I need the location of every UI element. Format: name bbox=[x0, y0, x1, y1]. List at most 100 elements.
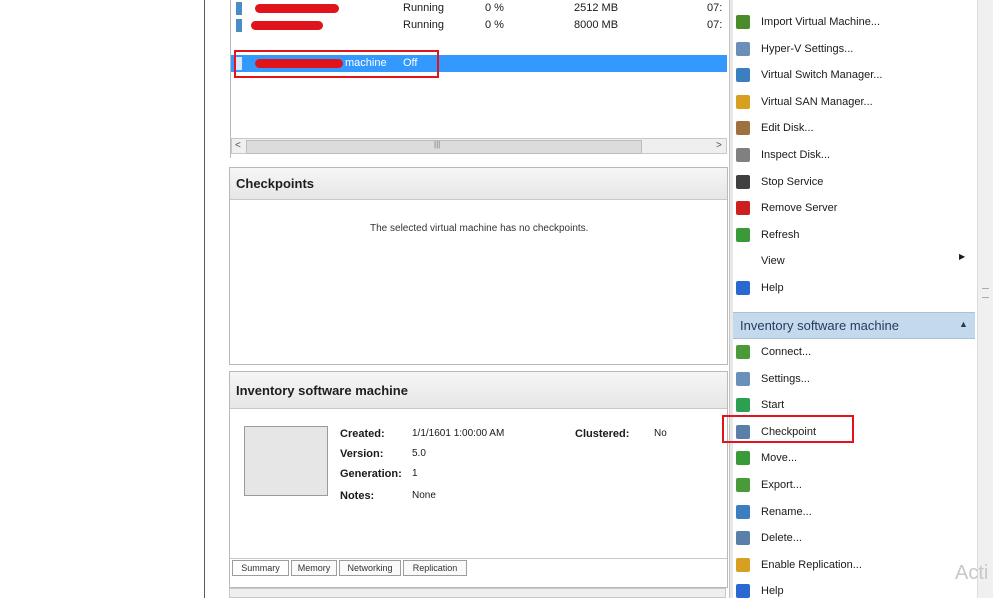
action-label: Edit Disk... bbox=[761, 122, 814, 135]
checkpoint-action-highlight bbox=[722, 415, 854, 443]
help-icon bbox=[736, 584, 750, 599]
action-label: Help bbox=[761, 585, 784, 598]
action-settings[interactable]: Settings... bbox=[736, 366, 970, 392]
action-virtual-switch-manager[interactable]: Virtual Switch Manager... bbox=[736, 62, 970, 88]
notes-value: None bbox=[412, 490, 436, 501]
stop-icon bbox=[736, 174, 750, 189]
action-label: Start bbox=[761, 399, 785, 412]
action-label: Stop Service bbox=[761, 175, 824, 188]
scroll-grip bbox=[982, 288, 989, 298]
collapse-arrow-icon[interactable]: ▲ bbox=[959, 319, 968, 329]
clustered-value: No bbox=[654, 428, 667, 439]
vm-actions-section-header[interactable]: Inventory software machine ▲ bbox=[733, 312, 975, 339]
action-view[interactable]: View bbox=[736, 248, 970, 274]
action-label: Settings... bbox=[761, 372, 810, 385]
tab-replication[interactable]: Replication bbox=[403, 560, 467, 576]
action-help[interactable]: Help bbox=[736, 578, 970, 604]
action-label: Enable Replication... bbox=[761, 558, 862, 571]
vm-thumbnail bbox=[244, 426, 328, 496]
action-label: Rename... bbox=[761, 505, 812, 518]
vm-actions-section-title: Inventory software machine bbox=[740, 318, 899, 333]
action-export[interactable]: Export... bbox=[736, 472, 970, 498]
settings-icon bbox=[736, 371, 750, 386]
tab-summary[interactable]: Summary bbox=[232, 560, 289, 576]
vm-cpu: 0 % bbox=[485, 2, 504, 14]
vm-memory: 2512 MB bbox=[574, 2, 619, 14]
action-inspect-disk[interactable]: Inspect Disk... bbox=[736, 142, 970, 168]
scroll-thumb[interactable] bbox=[246, 140, 642, 154]
checkpoints-panel: Checkpoints The selected virtual machine… bbox=[229, 167, 728, 365]
action-import-virtual-machine[interactable]: Import Virtual Machine... bbox=[736, 9, 970, 35]
vm-details-panel: Inventory software machine Created: 1/1/… bbox=[229, 371, 728, 588]
delete-icon bbox=[736, 531, 750, 546]
action-connect[interactable]: Connect... bbox=[736, 339, 970, 365]
action-label: Virtual SAN Manager... bbox=[761, 95, 873, 108]
action-stop-service[interactable]: Stop Service bbox=[736, 169, 970, 195]
action-hyper-v-settings[interactable]: Hyper-V Settings... bbox=[736, 36, 970, 62]
action-delete[interactable]: Delete... bbox=[736, 525, 970, 551]
vm-uptime: 07: bbox=[707, 19, 723, 31]
connect-icon bbox=[736, 345, 750, 359]
action-rename[interactable]: Rename... bbox=[736, 499, 970, 525]
actions-scrollbar[interactable] bbox=[977, 0, 993, 598]
action-help[interactable]: Help bbox=[736, 275, 970, 301]
start-icon bbox=[736, 398, 750, 413]
vm-state: Running bbox=[403, 19, 444, 31]
vm-icon bbox=[236, 2, 242, 15]
action-label: Remove Server bbox=[761, 202, 838, 215]
switch-icon bbox=[736, 68, 750, 83]
view-submenu-arrow: ▶ bbox=[959, 252, 966, 261]
scroll-left-arrow[interactable]: < bbox=[235, 140, 241, 151]
rename-icon bbox=[736, 504, 750, 519]
move-icon bbox=[736, 451, 750, 466]
action-label: Import Virtual Machine... bbox=[761, 16, 881, 28]
action-refresh[interactable]: Refresh bbox=[736, 222, 970, 248]
san-icon bbox=[736, 94, 750, 109]
action-label: Inspect Disk... bbox=[761, 149, 831, 161]
bottom-scrollbar[interactable] bbox=[229, 588, 726, 598]
notes-label: Notes: bbox=[340, 490, 375, 502]
vm-state: Running bbox=[403, 2, 444, 14]
action-move[interactable]: Move... bbox=[736, 445, 970, 471]
selected-vm-highlight bbox=[234, 50, 439, 78]
import-vm-icon bbox=[736, 15, 750, 29]
clustered-label: Clustered: bbox=[575, 428, 630, 440]
vm-icon bbox=[236, 19, 242, 32]
action-label: Refresh bbox=[761, 228, 800, 241]
action-virtual-san-manager[interactable]: Virtual SAN Manager... bbox=[736, 89, 970, 115]
redaction-mark bbox=[251, 21, 323, 30]
action-enable-replication[interactable]: Enable Replication... bbox=[736, 552, 970, 578]
details-title: Inventory software machine bbox=[236, 383, 408, 398]
redaction-mark bbox=[255, 4, 339, 13]
generation-value: 1 bbox=[412, 468, 418, 479]
details-header: Inventory software machine bbox=[230, 372, 727, 409]
vm-row[interactable]: Running 0 % 8000 MB 07: bbox=[231, 17, 727, 34]
vm-cpu: 0 % bbox=[485, 19, 504, 31]
checkpoints-empty-message: The selected virtual machine has no chec… bbox=[370, 223, 589, 234]
action-remove-server[interactable]: Remove Server bbox=[736, 195, 970, 221]
vm-row[interactable]: Running 0 % 2512 MB 07: bbox=[231, 0, 727, 17]
action-label: Move... bbox=[761, 452, 798, 465]
action-edit-disk[interactable]: Edit Disk... bbox=[736, 115, 970, 141]
export-icon bbox=[736, 478, 750, 492]
action-label: Hyper-V Settings... bbox=[761, 42, 854, 55]
vm-memory: 8000 MB bbox=[574, 19, 619, 31]
checkpoints-header: Checkpoints bbox=[230, 168, 727, 200]
generation-label: Generation: bbox=[340, 468, 402, 480]
scroll-right-arrow[interactable]: > bbox=[716, 140, 722, 151]
action-label: Connect... bbox=[761, 346, 812, 358]
vm-list: Running 0 % 2512 MB 07: Running 0 % 8000… bbox=[230, 0, 729, 158]
settings-icon bbox=[736, 41, 750, 56]
action-label: Virtual Switch Manager... bbox=[761, 69, 883, 82]
version-label: Version: bbox=[340, 448, 384, 460]
action-label: Export... bbox=[761, 479, 802, 491]
tab-networking[interactable]: Networking bbox=[339, 560, 401, 576]
action-label: Delete... bbox=[761, 532, 802, 545]
refresh-icon bbox=[736, 227, 750, 242]
tab-memory[interactable]: Memory bbox=[291, 560, 337, 576]
action-label: View bbox=[761, 255, 785, 268]
version-value: 5.0 bbox=[412, 448, 426, 459]
vm-list-scrollbar[interactable]: < ||| > bbox=[231, 138, 727, 154]
scroll-grip: ||| bbox=[434, 140, 441, 149]
window-left-border bbox=[204, 0, 205, 598]
